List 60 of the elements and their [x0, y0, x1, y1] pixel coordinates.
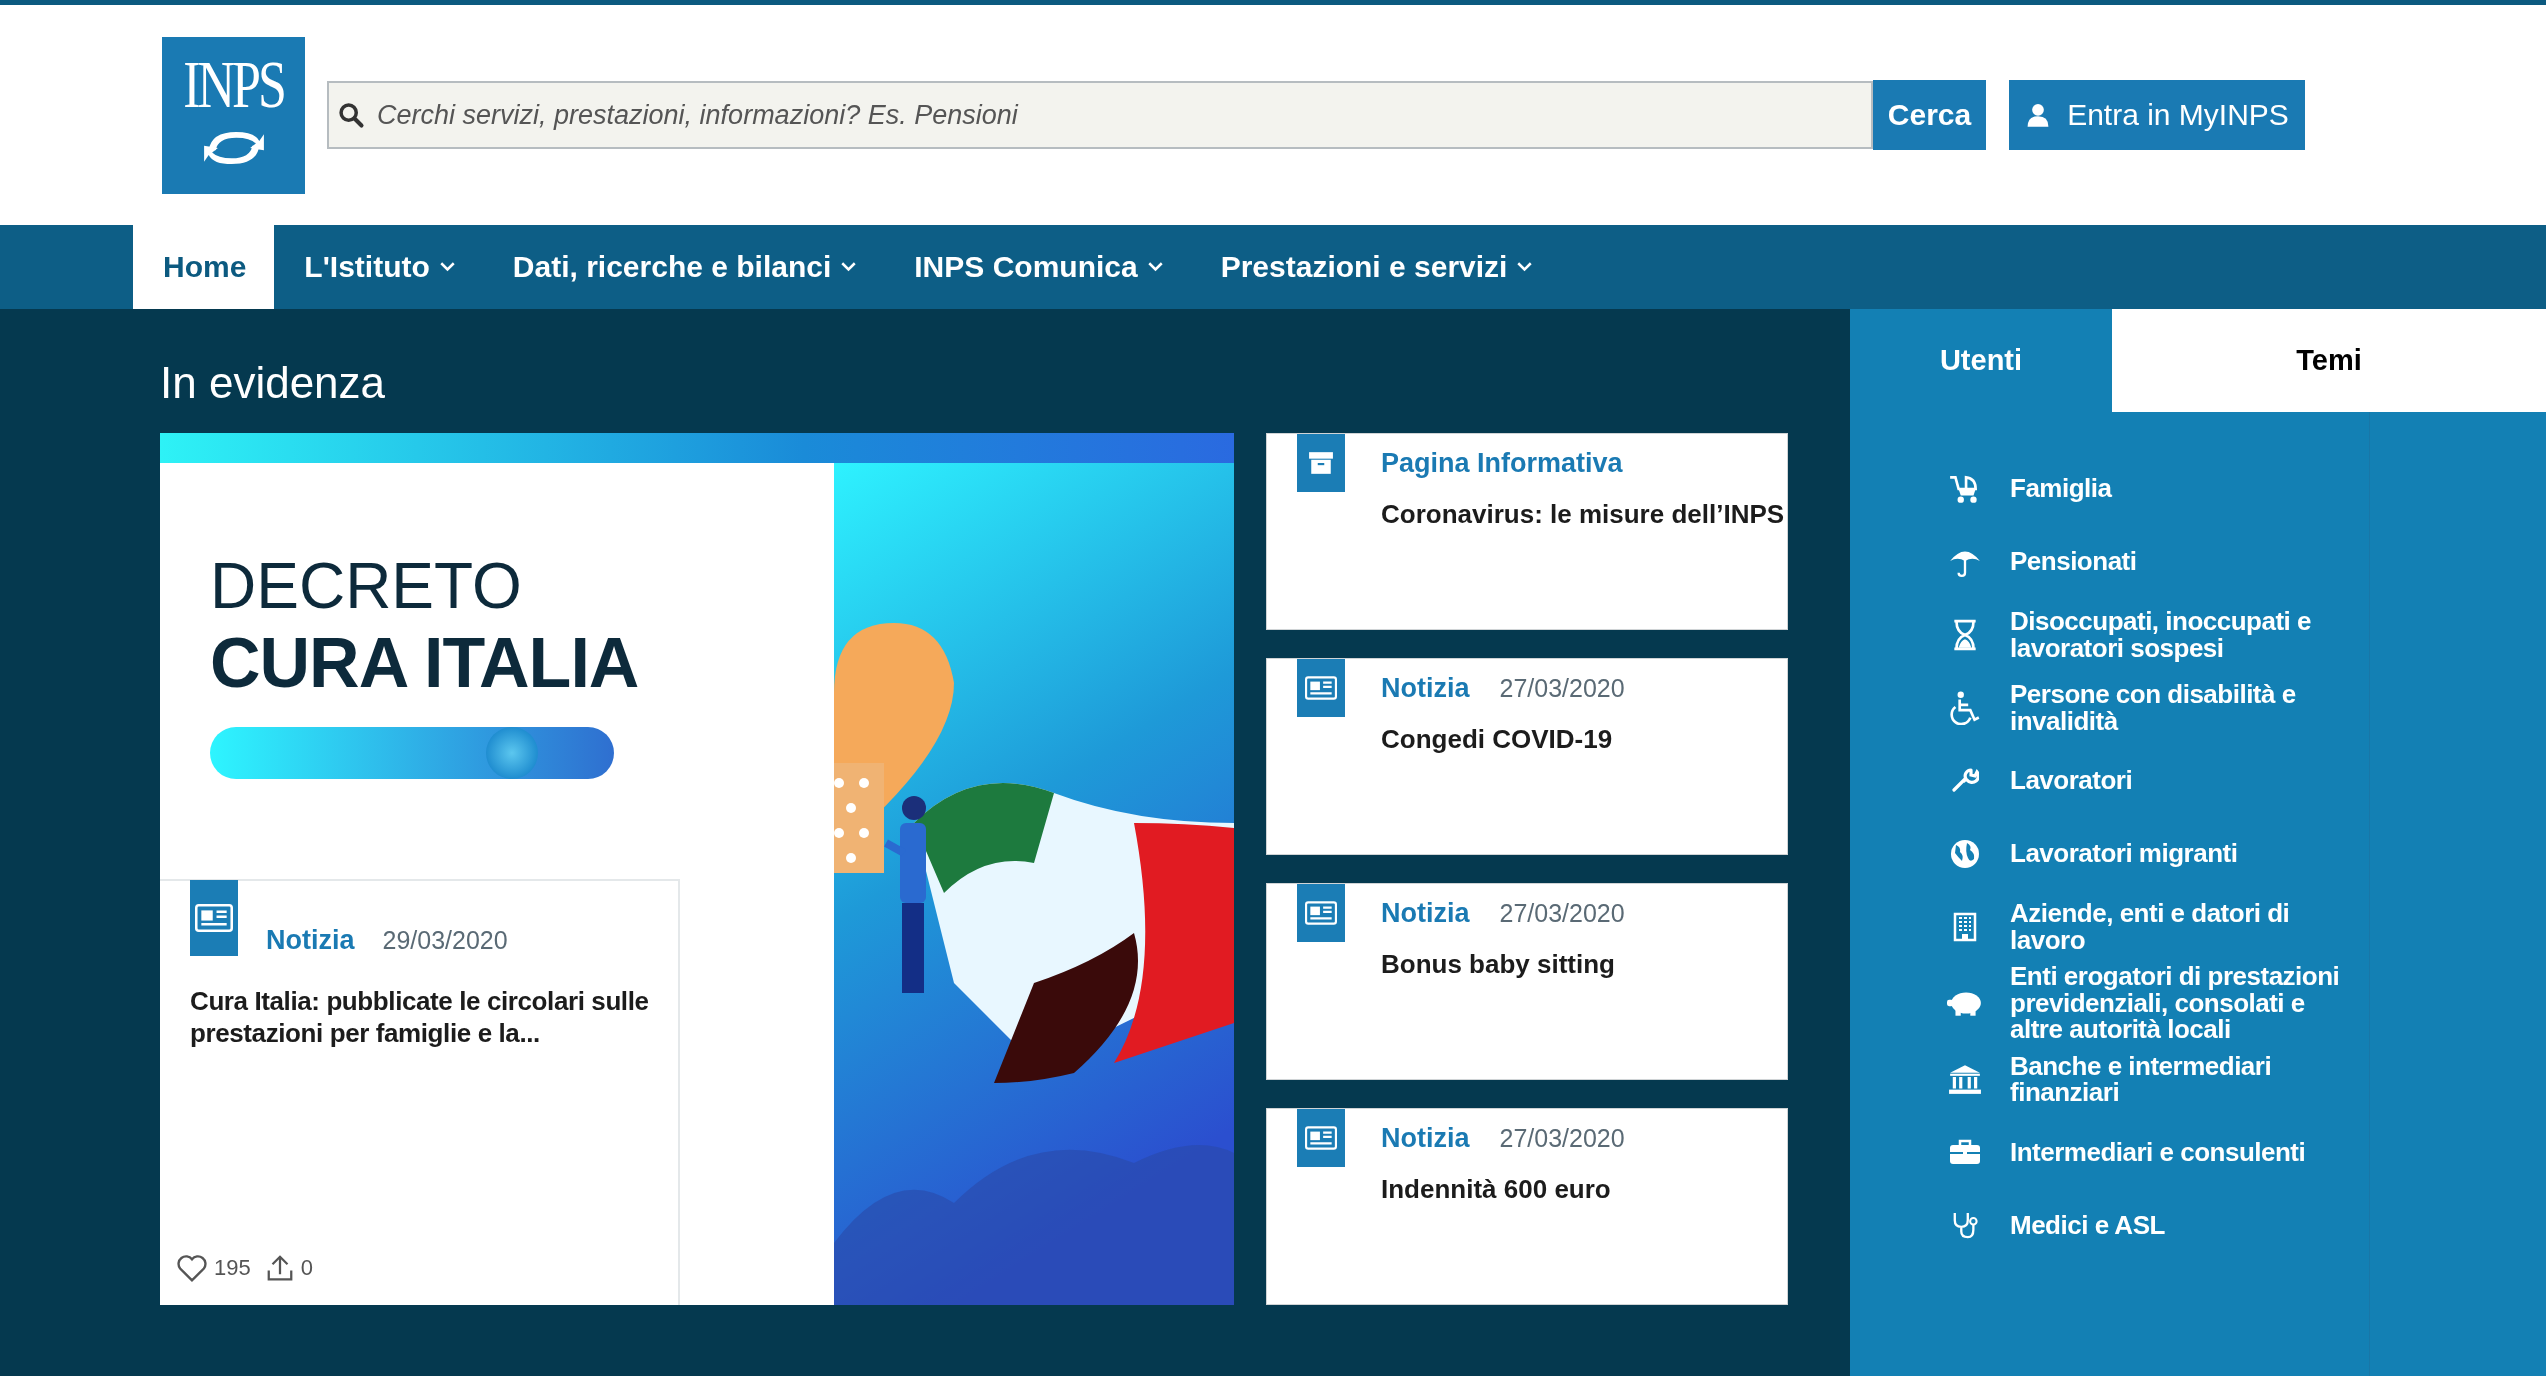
sidebar-link[interactable]: Persone con disabilità e invalidità — [2010, 681, 2355, 734]
news-title[interactable]: Bonus baby sitting — [1381, 949, 1625, 980]
nav-tab[interactable]: Prestazioni e servizi — [1190, 225, 1561, 309]
news-title[interactable]: Congedi COVID-19 — [1381, 724, 1625, 755]
search-button[interactable]: Cerca — [1873, 80, 1986, 150]
news-title[interactable]: Indennità 600 euro — [1381, 1174, 1625, 1205]
wrench-icon — [1951, 766, 1979, 795]
news-date: 27/03/2020 — [1499, 899, 1625, 928]
nav-tab[interactable]: L'Istituto — [274, 225, 483, 309]
news-type: Notizia — [266, 925, 355, 957]
sidebar-link[interactable]: Famiglia — [2010, 475, 2112, 502]
sidebar-link[interactable]: Enti erogatori di prestazioni previdenziali, consolati e altre autorità locali — [2010, 963, 2355, 1043]
nav-tab[interactable]: Home — [133, 225, 275, 309]
sidebar-link[interactable]: Lavoratori migranti — [2010, 840, 2238, 867]
news-date: 27/03/2020 — [1499, 674, 1625, 703]
featured-card[interactable]: DECRETO CURA ITALIA Notizia 29/03/2020 Cura Italia: pubblicate le circolari sulle prestazioni per famiglie e la... 195 0 — [160, 433, 1234, 1305]
sidebar-tab[interactable]: Temi — [2112, 309, 2546, 412]
newspaper-icon — [1297, 1109, 1345, 1167]
news-date: 27/03/2020 — [1499, 1124, 1625, 1153]
banner-title: DECRETO — [210, 551, 523, 622]
news-date: 29/03/2020 — [382, 926, 508, 956]
stethoscope-icon — [1952, 1211, 1978, 1240]
news-card[interactable]: Notizia 27/03/2020 Congedi COVID-19 — [1266, 658, 1788, 855]
news-type: Pagina Informativa — [1381, 448, 1623, 479]
building-icon — [1953, 911, 1977, 942]
likes-count: 195 — [214, 1255, 251, 1281]
sidebar-link[interactable]: Lavoratori — [2010, 767, 2133, 794]
section-title: In evidenza — [160, 357, 387, 409]
sidebar-link[interactable]: Disoccupati, inoccupati e lavoratori sospesi — [2010, 608, 2355, 661]
newspaper-icon — [1297, 659, 1345, 717]
heart-icon[interactable] — [176, 1253, 208, 1283]
news-title[interactable]: Coronavirus: le misure dell’INPS — [1381, 499, 1785, 530]
sidebar-link[interactable]: Aziende, enti e datori di lavoro — [2010, 900, 2355, 953]
archive-box-icon — [1297, 434, 1345, 492]
nav-tab[interactable]: INPS Comunica — [884, 225, 1191, 309]
news-card[interactable]: Notizia 27/03/2020 Indennità 600 euro — [1266, 1108, 1788, 1305]
globe-icon — [1950, 838, 1980, 869]
wheelchair-icon — [1948, 690, 1982, 725]
login-button[interactable]: Entra in MyINPS — [2009, 80, 2305, 150]
inps-logo[interactable]: INPS — [162, 36, 305, 194]
news-type: Notizia — [1381, 898, 1470, 929]
sidebar-link[interactable]: Pensionati — [2010, 548, 2137, 575]
newspaper-icon — [190, 879, 238, 956]
shares-count: 0 — [300, 1255, 313, 1281]
bank-icon — [1948, 1063, 1982, 1096]
hourglass-icon — [1952, 618, 1978, 651]
news-type: Notizia — [1381, 673, 1470, 704]
briefcase-icon — [1949, 1139, 1981, 1166]
news-type: Notizia — [1381, 1123, 1470, 1154]
banner-heading: CURA ITALIA — [210, 623, 640, 705]
sidebar-link[interactable]: Medici e ASL — [2010, 1211, 2165, 1239]
sidebar-link[interactable]: Banche e intermediari finanziari — [2010, 1052, 2355, 1106]
news-title[interactable]: Cura Italia: pubblicate le circolari sulle prestazioni per famiglie e la... — [190, 986, 658, 1049]
search-icon — [337, 101, 365, 129]
sidebar-link[interactable]: Intermediari e consulenti — [2010, 1138, 2306, 1166]
news-card[interactable]: Pagina Informativa Coronavirus: le misure dell’INPS — [1266, 433, 1788, 630]
newspaper-icon — [1297, 884, 1345, 942]
nav-tab[interactable]: Dati, ricerche e bilanci — [482, 225, 885, 309]
news-card[interactable]: Notizia 27/03/2020 Bonus baby sitting — [1266, 883, 1788, 1080]
search-field[interactable]: Cerchi servizi, prestazioni, informazioni? Es. Pensioni — [327, 81, 1873, 149]
